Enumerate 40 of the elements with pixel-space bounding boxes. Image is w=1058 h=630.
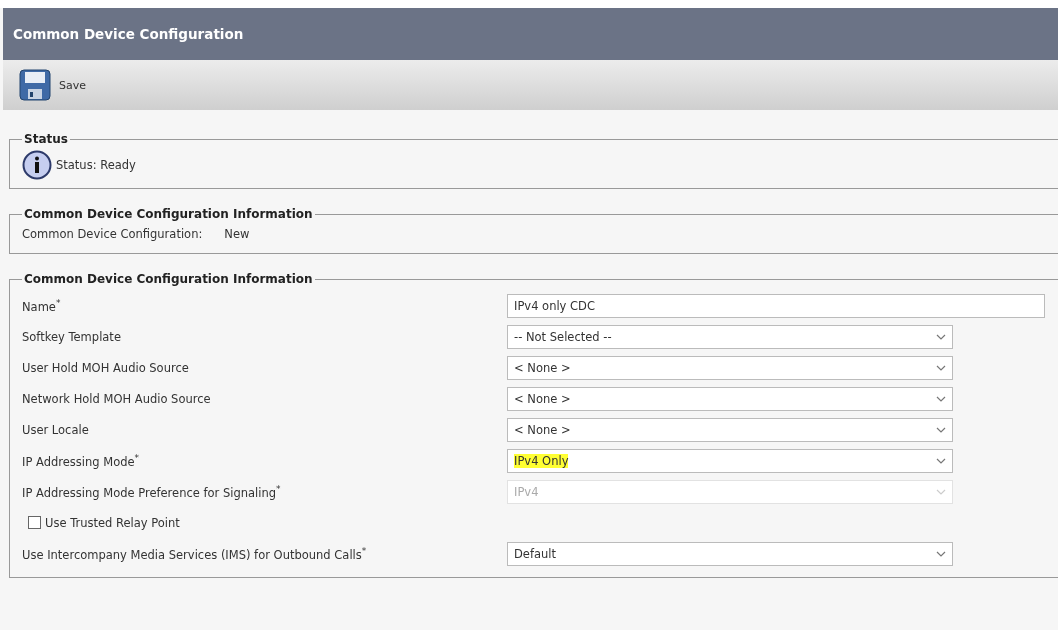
field-label: Softkey Template [22,329,122,344]
text-highlight: < None > [514,391,571,406]
text-highlight: -- Not Selected -- [514,329,612,344]
dropdown[interactable]: Default [507,541,953,566]
save-button[interactable]: Save [19,69,86,101]
field-label: IP Addressing Mode Preference for Signaling$^{*}$ [22,483,282,500]
field-label: Common Device Configuration: [22,227,203,241]
status-text: Status: Ready [56,158,136,172]
chevron-icon [936,426,946,433]
text-highlight: < None > [514,422,571,437]
chevron-icon [936,550,946,557]
dropdown[interactable]: < None > [507,355,953,380]
field-label: Network Hold MOH Audio Source [22,391,212,406]
chevron-icon [936,364,946,371]
chevron-icon [936,457,946,464]
dropdown[interactable]: < None > [507,386,953,411]
chevron-icon [936,395,946,402]
name-input[interactable]: IPv4 only CDC [507,293,1045,318]
text-highlight: Default [514,546,557,561]
section-legend: Common Device Configuration Information [22,207,315,221]
window-title: Common Device Configuration [3,8,1058,60]
section-legend: Status [22,132,70,146]
text-highlight: < None > [514,360,571,375]
dropdown[interactable]: -- Not Selected -- [507,324,953,349]
section-legend: Common Device Configuration Information [22,272,315,286]
field-value: New [224,227,250,241]
chevron-icon [936,333,946,340]
field-label: User Hold MOH Audio Source [22,360,190,375]
info-icon [22,150,52,180]
field-label: IP Addressing Mode$^{*}$ [22,452,141,469]
checkbox[interactable] [28,516,41,529]
dropdown[interactable]: IPv4 Only [507,448,953,473]
checkbox-label: Use Trusted Relay Point [45,515,180,530]
field-label: Name$^{*}$ [22,297,62,314]
text-highlight: IPv4 Only [514,453,569,468]
field-label: Use Intercompany Media Services (IMS) for Outbound Calls$^{*}$ [22,545,368,562]
field-label: User Locale [22,422,90,437]
dropdown[interactable]: < None > [507,417,953,442]
chevron-icon [936,488,946,495]
text-highlight: IPv4 [514,484,539,499]
